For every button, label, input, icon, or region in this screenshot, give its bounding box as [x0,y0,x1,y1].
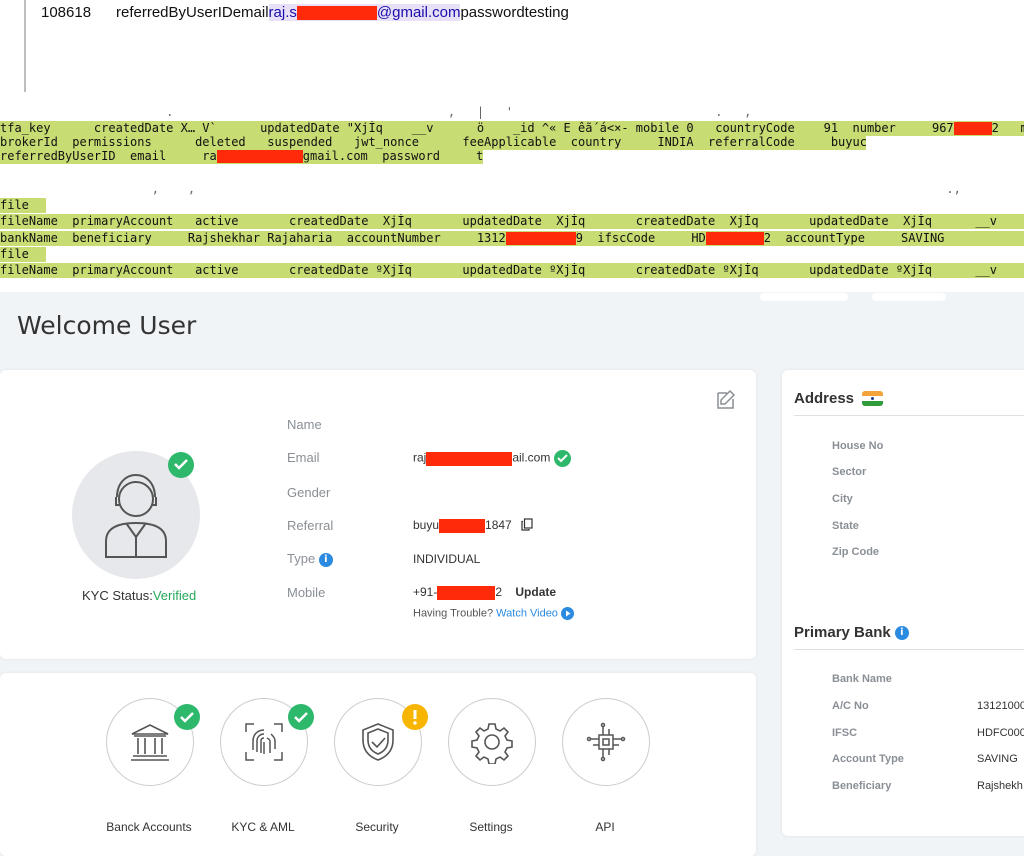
decorative-pill [872,293,946,301]
address-house-label: House No [832,440,884,452]
bank-beneficiary-label: Beneficiary [832,780,892,792]
email-label: Email [287,450,320,465]
redaction-bar [437,585,496,600]
redaction-bar [505,232,576,245]
hex-line-faint: , , ., [0,182,961,196]
name-label: Name [287,417,322,432]
edit-icon[interactable] [714,388,738,412]
result-rest: passwordtesting [460,4,569,21]
help-text: Having Trouble? [413,607,494,620]
redaction-bar [426,451,513,466]
decorative-pill [760,293,848,301]
copy-icon[interactable] [521,518,533,534]
hex-line-faint: . , | ' . , [0,105,752,119]
bank-name-label: Bank Name [832,673,892,685]
hex-line-tfa: tfa_key createdDate X… V` updatedDate "X… [0,121,1024,136]
redaction-bar [296,6,377,21]
details-card [782,370,1024,836]
settings-label: Settings [469,820,513,834]
play-icon[interactable] [561,607,574,620]
result-key: referredByUserIDemail [116,4,269,21]
bank-accounts-label: Banck Accounts [106,820,192,834]
hex-line-bankname: bankName beneficiary Rajshekhar Rajahari… [0,231,1024,246]
bank-ifsc-label: IFSC [832,727,858,739]
hex-line-file: file [0,198,46,213]
redaction-bar [953,122,992,135]
bank-ifsc-value: HDFC000 [977,727,1024,739]
result-email: raj.s @gmail.com [268,4,461,21]
page-title: Welcome User [17,311,197,340]
info-icon[interactable]: i [318,552,333,567]
search-result-line: 108618 referredByUserIDemailraj.s @gmail.c… [41,4,569,21]
address-divider [794,415,1024,416]
update-mobile-button[interactable]: Update [515,585,556,599]
address-state-label: State [832,520,859,532]
settings-button[interactable] [448,698,536,786]
bank-done-check-icon [174,704,200,730]
api-label: API [595,820,615,834]
panel-border [24,0,26,92]
address-sector-label: Sector [832,466,867,478]
mobile-value: +91- 2 Update [413,585,557,600]
info-icon[interactable]: i [894,626,909,641]
type-value: INDIVIDUAL [413,552,481,566]
api-button[interactable] [562,698,650,786]
kyc-aml-label: KYC & AML [231,820,295,834]
address-zip-label: Zip Code [832,546,880,558]
top-text-panel: 108618 referredByUserIDemailraj.s @gmail.c… [0,0,1024,95]
hex-line-broker: brokerId permissions deleted suspended j… [0,135,866,150]
hex-line-file: file [0,247,46,262]
mobile-label: Mobile [287,585,326,600]
kyc-done-check-icon [288,704,314,730]
bank-acno-value: 13121000 [977,700,1024,712]
kyc-status-value: Verified [152,588,197,603]
type-label: Type i [287,551,333,567]
bank-acno-label: A/C No [832,700,869,712]
gender-label: Gender [287,485,331,500]
referral-label: Referral [287,518,334,533]
redaction-bar [705,232,764,245]
result-id: 108618 [41,4,92,21]
hex-line-filename: fileName primaryAccount active createdDa… [0,263,1024,278]
hex-line-filename: fileName primaryAccount active createdDa… [0,214,1024,229]
watch-video-link[interactable]: Watch Video [496,607,558,619]
address-city-label: City [832,493,853,505]
address-title: Address [794,390,855,407]
primary-bank-title: Primary Bank i [794,624,909,641]
security-label: Security [355,820,399,834]
bank-account-type-value: SAVING [977,753,1018,765]
referral-value: buyu 1847 [413,518,533,534]
redaction-bar [216,150,303,163]
bank-account-type-label: Account Type [832,753,904,765]
kyc-status-label: KYC Status: [82,588,153,603]
bank-beneficiary-value: Rajshekh [977,780,1023,792]
email-verified-check-icon [553,450,571,467]
redaction-bar [439,519,486,533]
help-row: Having Trouble? Watch Video [413,607,574,620]
security-warning-icon [402,704,428,730]
india-flag-icon [862,391,883,406]
hex-line-referred: referredByUserID email ra gmail.com passw… [0,149,483,164]
bank-divider [794,649,1024,650]
verified-check-icon [168,452,194,478]
email-value: raj ail.com [413,450,571,467]
kyc-status: KYC Status:Verified [82,588,196,603]
